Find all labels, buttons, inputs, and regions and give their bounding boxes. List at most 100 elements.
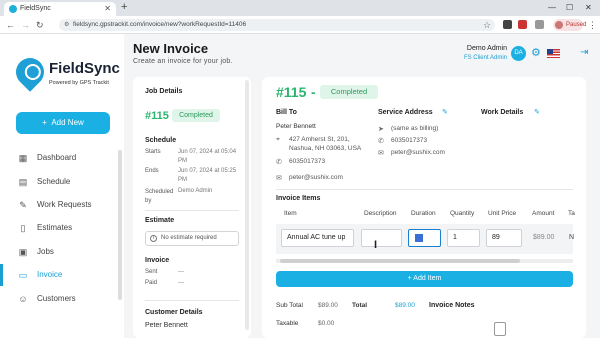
bill-address: 427 Amherst St, 201, Nashua, NH 03063, U…: [289, 136, 362, 152]
scrollbar-thumb[interactable]: [280, 259, 520, 263]
total-label: Total: [352, 302, 368, 309]
navigation-arrow-icon: ➤: [378, 126, 384, 133]
description-input[interactable]: [361, 229, 402, 247]
logout-icon[interactable]: ⇥: [580, 47, 588, 58]
job-card-scrollbar[interactable]: [245, 80, 249, 330]
add-item-button[interactable]: + Add Item: [276, 271, 573, 287]
brand-name: FieldSync: [49, 60, 120, 77]
user-role: FS Client Admin: [463, 55, 507, 61]
sidebar-item-label: Dashboard: [37, 153, 77, 162]
bill-to-label: Bill To: [276, 109, 297, 116]
service-phone: 6035017373: [391, 137, 428, 144]
amount-cell: $89.00: [533, 234, 555, 241]
close-tab-icon[interactable]: ✕: [104, 2, 111, 16]
taxable-value: $0.00: [318, 320, 335, 327]
invoice-heading: Invoice: [145, 257, 170, 264]
address-bar: ← → ↻ ⚙ fieldsync.gpstrackit.com/invoice…: [0, 16, 600, 34]
divider: [276, 189, 573, 190]
add-new-label: Add New: [51, 118, 84, 127]
item-input[interactable]: Annual AC tune up: [281, 229, 354, 247]
site-info-icon[interactable]: ⚙: [64, 19, 69, 31]
user-name[interactable]: Demo Admin: [455, 45, 507, 52]
starts-value: Jun 07, 2024 at 05:04 PM: [178, 149, 237, 164]
invoice-status-badge: Completed: [320, 85, 378, 99]
edit-service-address-icon[interactable]: ✎: [442, 108, 448, 116]
mouse-cursor-icon: I: [374, 239, 378, 251]
column-header-unit-price: Unit Price: [488, 210, 517, 217]
bill-name: Peter Bennett: [276, 123, 316, 130]
duration-input[interactable]: [408, 229, 441, 247]
us-flag-icon[interactable]: [547, 49, 560, 58]
quantity-input[interactable]: 1: [447, 229, 480, 247]
avatar[interactable]: DA: [511, 46, 526, 61]
sidebar-item-label: Work Requests: [37, 200, 92, 209]
invoice-number-dash: -: [311, 84, 316, 100]
schedule-heading: Schedule: [145, 137, 177, 144]
browser-tab[interactable]: FieldSync ✕: [4, 2, 116, 16]
extensions-puzzle-icon[interactable]: [535, 20, 544, 29]
scheduled-by-value: Demo Admin: [178, 188, 213, 194]
table-horizontal-scrollbar[interactable]: [276, 259, 573, 263]
back-icon[interactable]: ←: [6, 19, 15, 31]
extension-2-icon[interactable]: [518, 20, 527, 29]
browser-menu-icon[interactable]: ⋮: [588, 19, 597, 31]
sidebar-item-dashboard[interactable]: ▦ Dashboard: [0, 147, 124, 169]
estimate-box: i No estimate required: [145, 231, 239, 246]
customer-details-heading: Customer Details: [145, 309, 203, 316]
extension-1-icon[interactable]: [503, 20, 512, 29]
divider: [145, 300, 239, 301]
column-header-duration: Duration: [411, 210, 436, 217]
tax-cell[interactable]: N: [569, 234, 574, 241]
add-new-button[interactable]: + Add New: [16, 112, 110, 134]
sidebar-item-work-requests[interactable]: ✎ Work Requests: [0, 194, 124, 216]
sidebar-item-schedule[interactable]: ▤ Schedule: [0, 171, 124, 193]
sidebar-scrollbar[interactable]: [118, 150, 122, 300]
job-details-heading: Job Details: [145, 88, 183, 95]
brand-tagline: Powered by GPS Trackit: [49, 80, 109, 86]
paid-value: ---: [178, 280, 184, 286]
forward-icon[interactable]: →: [21, 19, 30, 31]
page-title: New Invoice: [133, 41, 209, 56]
estimate-heading: Estimate: [145, 217, 175, 224]
sidebar-item-label: Schedule: [37, 177, 71, 186]
taxable-label: Taxable: [276, 320, 299, 327]
email-icon: ✉: [378, 150, 384, 157]
close-window-icon[interactable]: ✕: [585, 0, 592, 15]
sidebar-item-label: Jobs: [37, 247, 54, 256]
sidebar-item-estimates[interactable]: ▯ Estimates: [0, 217, 124, 239]
profile-avatar: [555, 21, 563, 29]
work-details-label: Work Details: [481, 109, 524, 116]
reload-icon[interactable]: ↻: [36, 19, 44, 31]
total-value: $89.00: [395, 302, 415, 309]
maximize-icon[interactable]: ☐: [566, 0, 573, 15]
gear-icon[interactable]: ⚙: [531, 47, 541, 59]
dashboard-icon: ▦: [18, 153, 28, 163]
browser-tab-bar: FieldSync ✕ + — ☐ ✕: [0, 0, 600, 16]
minimize-icon[interactable]: —: [548, 0, 556, 15]
paid-label: Paid: [145, 280, 158, 286]
page-subtitle: Create an invoice for your job.: [133, 58, 233, 65]
ends-value: Jun 07, 2024 at 05:25 PM: [178, 168, 237, 183]
invoice-notes-label: Invoice Notes: [429, 302, 475, 309]
url-input[interactable]: ⚙ fieldsync.gpstrackit.com/invoice/new?w…: [59, 19, 495, 31]
unit-price-input[interactable]: 89: [486, 229, 522, 247]
tab-title: FieldSync: [20, 5, 51, 12]
bill-email: peter@sushix.com: [289, 174, 343, 181]
fieldsync-favicon-icon: [9, 5, 17, 13]
new-tab-icon[interactable]: +: [121, 1, 127, 13]
wrench-icon: ✎: [19, 200, 27, 210]
email-icon: ✉: [276, 175, 282, 182]
service-email: peter@sushix.com: [391, 149, 445, 156]
invoice-number: #115: [276, 84, 307, 100]
url-text: fieldsync.gpstrackit.com/invoice/new?wor…: [73, 21, 247, 28]
sidebar-item-invoice[interactable]: ▭ Invoice: [0, 264, 124, 286]
bill-phone: 6035017373: [289, 158, 326, 165]
column-header-amount: Amount: [532, 210, 555, 217]
profile-button[interactable]: Paused: [553, 19, 586, 31]
info-icon: i: [150, 235, 157, 242]
edit-work-details-icon[interactable]: ✎: [534, 108, 540, 116]
bookmark-star-icon[interactable]: ☆: [483, 19, 491, 31]
sidebar-item-jobs[interactable]: ▣ Jobs: [0, 241, 124, 263]
sidebar-item-customers[interactable]: ☺ Customers: [0, 288, 124, 310]
sub-total-label: Sub Total: [276, 302, 303, 309]
